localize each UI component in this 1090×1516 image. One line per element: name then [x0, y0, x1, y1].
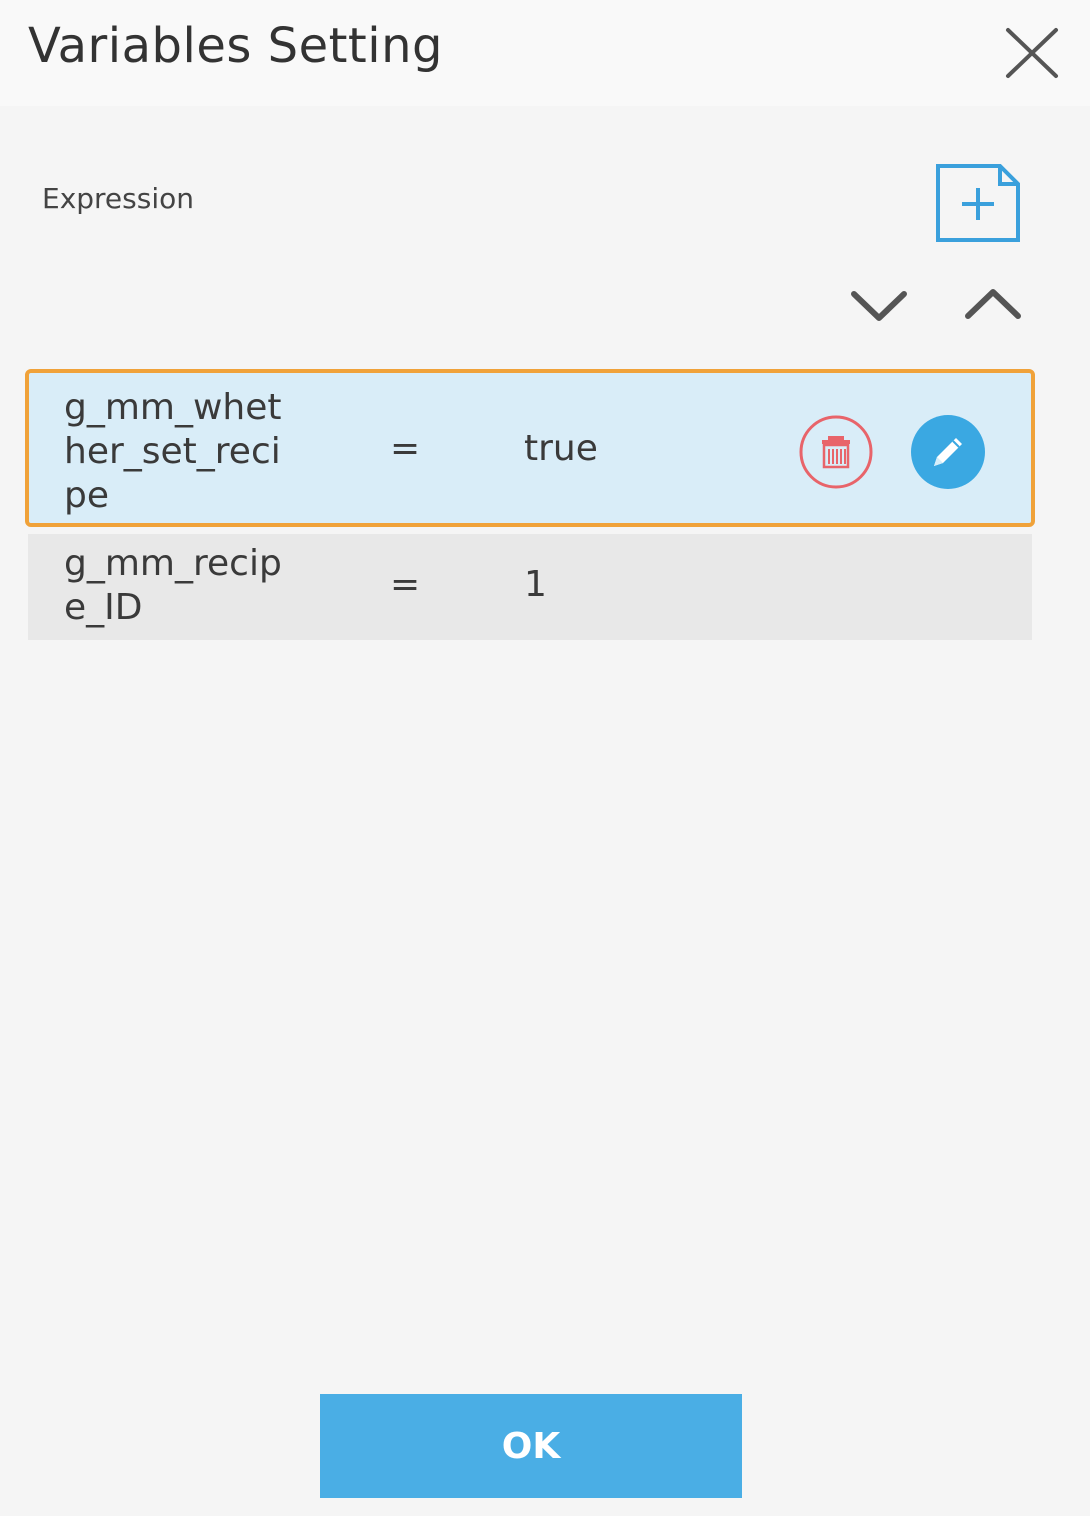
delete-button[interactable]	[798, 414, 874, 490]
chevron-up-icon	[965, 289, 1021, 319]
close-button[interactable]	[1000, 24, 1062, 82]
pencil-icon	[911, 415, 985, 489]
expression-row[interactable]: g_mm_whether_set_recipe = true	[25, 369, 1035, 527]
move-down-button[interactable]	[846, 282, 912, 328]
ok-button[interactable]: OK	[320, 1394, 742, 1498]
variable-value: 1	[524, 564, 547, 605]
edit-button[interactable]	[910, 414, 986, 490]
operator: =	[390, 428, 421, 469]
operator: =	[390, 564, 421, 605]
expression-label: Expression	[42, 182, 194, 215]
chevron-down-icon	[851, 291, 907, 321]
variable-value: true	[524, 428, 598, 469]
variable-name: g_mm_whether_set_recipe	[64, 387, 282, 516]
move-up-button[interactable]	[960, 282, 1026, 328]
variable-name: g_mm_recipe_ID	[64, 543, 282, 628]
title-bar: Variables Setting	[0, 0, 1090, 106]
trash-icon	[799, 415, 873, 489]
variables-setting-dialog: Variables Setting Expression g_mm_whethe…	[0, 0, 1090, 1516]
add-expression-button[interactable]	[934, 162, 1022, 246]
close-icon	[1006, 28, 1058, 78]
expression-row[interactable]: g_mm_recipe_ID = 1	[28, 534, 1032, 640]
add-file-icon	[936, 164, 1020, 242]
dialog-title: Variables Setting	[28, 18, 443, 74]
